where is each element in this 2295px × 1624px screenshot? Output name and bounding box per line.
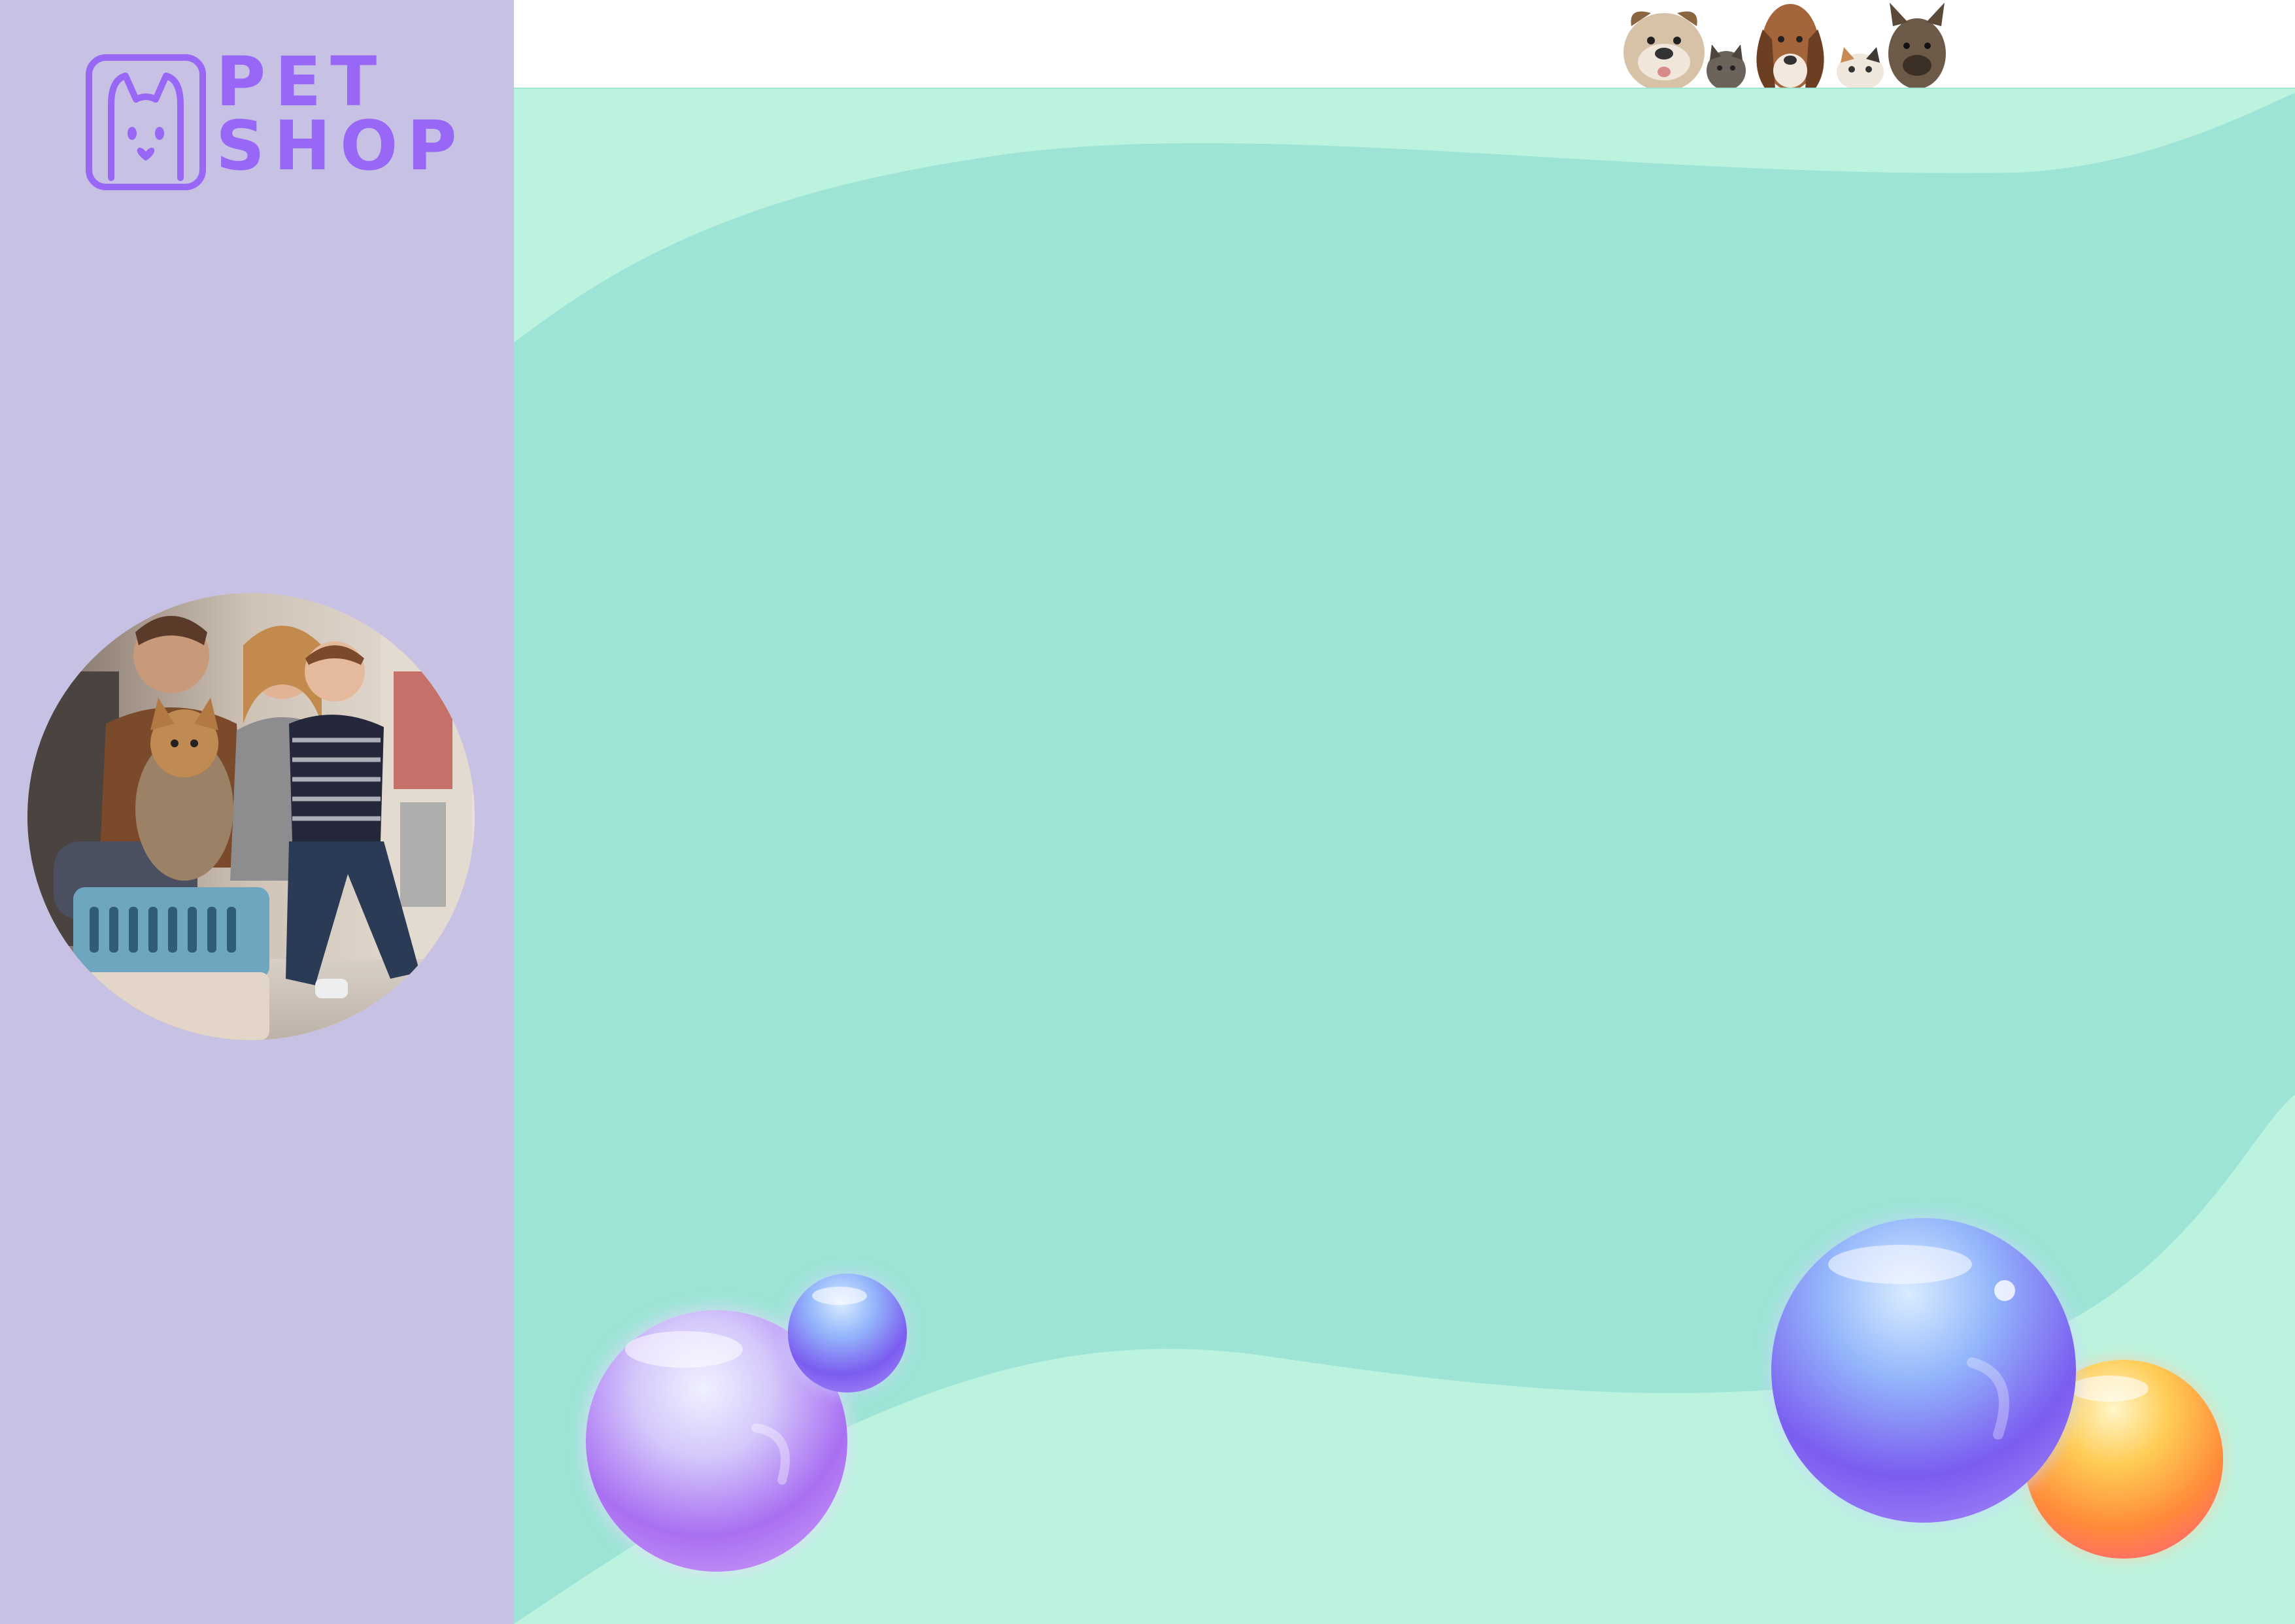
- family-with-dog-photo: [27, 593, 475, 1040]
- page: PET SHOP: [0, 0, 2295, 1624]
- logo-line-shop: SHOP: [216, 106, 466, 186]
- cat-face-icon: [86, 54, 206, 190]
- pets-lineup-image: [1615, 0, 1955, 92]
- main-content-panel: [514, 86, 2295, 1624]
- sidebar: PET SHOP: [0, 0, 514, 1624]
- pet-shop-logo: PET SHOP: [85, 48, 457, 194]
- logo-wordmark: PET SHOP: [216, 42, 466, 186]
- logo-line-pet: PET: [216, 42, 386, 122]
